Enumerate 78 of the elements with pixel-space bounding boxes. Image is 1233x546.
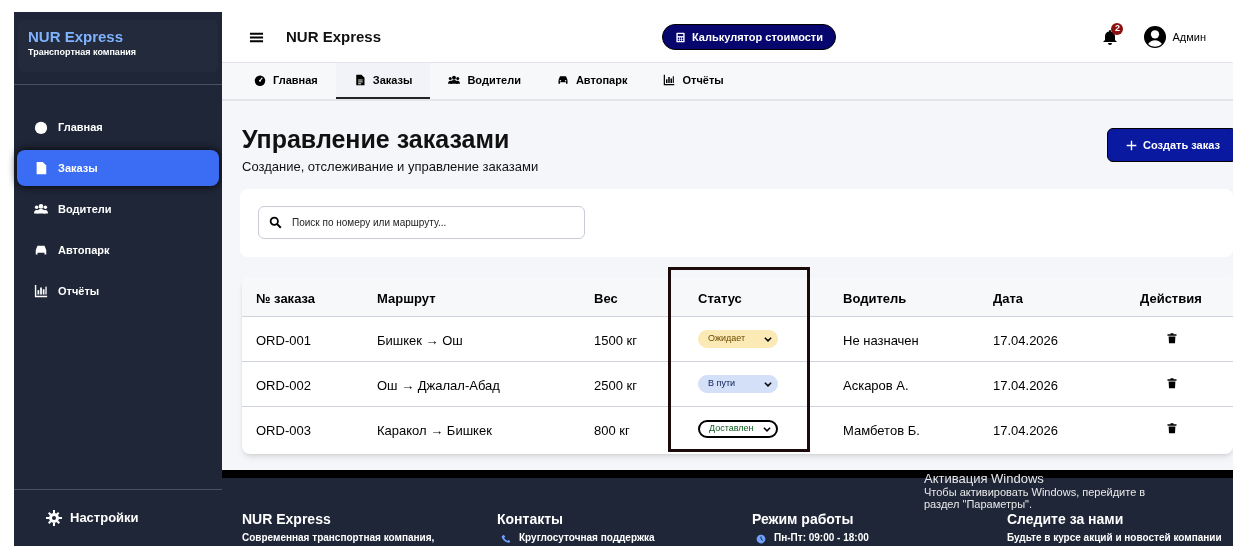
table-cell-text: ORD-001 [256,332,311,350]
table-cell-text: ORD-003 [256,422,311,440]
search-icon [269,216,282,229]
table-cell-text: Аскаров А. [843,377,909,395]
table-cell-text: 17.04.2026 [993,377,1059,395]
footer-text: Будьте в курсе акций и новостей компании [1007,531,1222,545]
column-header: № заказа [256,290,316,308]
nav-tab[interactable]: Отчёты [645,63,742,99]
settings-button[interactable]: Настройки [46,508,139,528]
table-cell-text: 1500 кг [594,332,637,350]
footer-heading: Режим работы [752,511,854,527]
page-subtitle: Создание, отслеживание и управление заказами [242,158,539,176]
status-dropdown[interactable]: В пути [698,375,778,393]
table-cell-text: Бишкек → Ош [377,332,463,350]
sidebar-item[interactable]: Заказы [17,150,219,186]
chevron-down-icon [762,424,772,434]
table-cell-text: ORD-002 [256,377,311,395]
table-cell-text: 17.04.2026 [993,422,1059,440]
table-cell-text: Не назначен [843,332,919,350]
table-cell-text: 17.04.2026 [993,332,1059,350]
chevron-down-icon [763,334,773,344]
table-cell-text: Ош → Джалал-Абад [377,377,500,395]
users-icon [448,74,461,86]
delete-button[interactable] [1166,377,1178,389]
chevron-down-icon [763,379,773,389]
car-icon [556,74,569,86]
plus-icon [1126,139,1137,151]
activation-notice: Чтобы активировать Windows, перейдите в [924,486,1146,498]
table-cell-text: Мамбетов Б. [843,422,920,440]
document-icon [353,74,366,86]
user-avatar-icon [1144,26,1167,48]
sidebar-item[interactable]: Автопарк [17,232,219,268]
page-title: Управление заказами [242,124,510,155]
nav-tab[interactable]: Водители [430,63,539,99]
sidebar-item[interactable]: Отчёты [17,273,219,309]
sidebar-item[interactable]: Водители [17,191,219,227]
activation-notice: раздел "Параметры". [924,498,1033,510]
table-cell-text: Каракол → Бишкек [377,422,492,440]
phone-icon [501,534,511,544]
nav-tab[interactable]: Заказы [335,63,431,99]
table-cell-text: 2500 кг [594,377,637,395]
column-header: Дата [993,290,1024,308]
delete-button[interactable] [1166,422,1178,434]
brand-name: NUR Express [28,28,125,46]
notification-badge: 2 [1111,23,1124,35]
calculator-icon [675,31,686,43]
document-icon [34,161,48,175]
brand-tagline: Транспортная компания [28,46,138,59]
bar-chart-icon [663,74,676,86]
status-dropdown[interactable]: Доставлен [698,420,778,438]
sidebar-item[interactable]: Главная [17,109,219,145]
user-name[interactable]: Админ [1172,28,1206,46]
settings-icon [46,510,62,526]
create-order-button[interactable]: Создать заказ [1107,128,1233,162]
column-header: Вес [594,290,618,308]
column-header: Водитель [843,290,907,308]
footer-text: Пн-Пт: 09:00 - 18:00 [774,531,869,545]
bell-icon [1102,29,1119,45]
calculator-button[interactable]: Калькулятор стоимости [662,24,836,50]
footer-text: Современная транспортная компания, [242,531,435,545]
delete-button[interactable] [1166,332,1178,344]
column-header: Статус [698,290,742,308]
nav-tab[interactable]: Автопарк [538,63,646,99]
app-title: NUR Express [286,26,382,47]
footer-heading: Следите за нами [1007,511,1124,527]
activation-title: Активация Windows [924,472,1044,486]
bar-chart-icon [34,284,48,298]
footer-heading: Контакты [497,511,563,527]
footer-heading: NUR Express [242,511,331,527]
column-header: Действия [1140,290,1202,308]
search-field[interactable]: Поиск по номеру или маршруту... [258,206,585,239]
users-icon [34,202,48,216]
table-cell-text: 800 кг [594,422,630,440]
column-header: Маршрут [377,290,436,308]
footer-text: Круглосуточная поддержка [519,531,655,545]
car-icon [34,243,48,257]
status-dropdown[interactable]: Ожидает [698,330,778,348]
nav-tab[interactable]: Главная [236,63,336,99]
